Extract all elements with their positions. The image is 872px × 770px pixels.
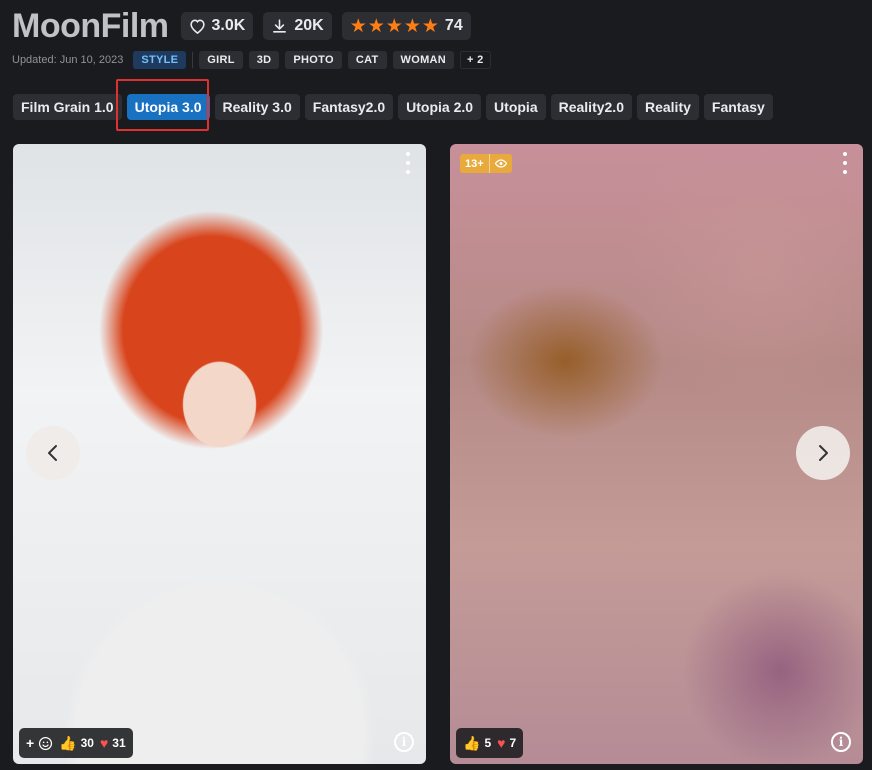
thumbs-up-reaction[interactable]: 👍 5: [463, 736, 491, 750]
heart-reaction[interactable]: ♥ 31: [100, 736, 126, 750]
eye-icon: [488, 154, 512, 173]
thumbs-up-icon: 👍: [59, 735, 77, 751]
version-tabs: Film Grain 1.0 Utopia 3.0 Reality 3.0 Fa…: [13, 94, 773, 120]
star-icon: ★: [367, 15, 385, 37]
divider: [192, 52, 194, 68]
version-tab-fantasy-2[interactable]: Fantasy2.0: [304, 94, 394, 120]
model-title: MoonFilm: [12, 7, 169, 45]
version-tab-utopia-2[interactable]: Utopia 2.0: [398, 94, 482, 120]
more-options-icon[interactable]: [841, 152, 849, 174]
heart-count: 7: [509, 736, 517, 750]
rating-widget[interactable]: ★ ★ ★ ★ ★ 74: [341, 12, 471, 40]
reaction-bar: 👍 5 ♥ 7: [456, 728, 524, 758]
tag-cat[interactable]: CAT: [347, 51, 387, 69]
version-tab-utopia-3[interactable]: Utopia 3.0: [126, 94, 210, 120]
like-button[interactable]: 3.0K: [180, 12, 254, 40]
version-tab-reality[interactable]: Reality: [636, 94, 699, 120]
chevron-right-icon: [819, 445, 828, 461]
chevron-left-icon: [48, 445, 57, 461]
carousel-prev-button[interactable]: [26, 426, 80, 480]
download-button[interactable]: 20K: [263, 12, 332, 40]
reaction-bar: + 👍 30 ♥ 31: [19, 728, 133, 758]
more-options-icon[interactable]: [404, 152, 412, 174]
version-tab-reality-2[interactable]: Reality2.0: [550, 94, 632, 120]
heart-icon: ♥: [99, 735, 109, 751]
tag-girl[interactable]: GIRL: [199, 51, 243, 69]
model-header: MoonFilm 3.0K 20K ★ ★ ★ ★ ★ 74: [12, 8, 471, 44]
tag-3d[interactable]: 3D: [248, 51, 280, 69]
star-icon: ★: [421, 15, 439, 37]
like-count: 3.0K: [211, 17, 246, 34]
version-tab-reality-3[interactable]: Reality 3.0: [214, 94, 300, 120]
star-icon: ★: [385, 15, 403, 37]
thumbs-up-count: 5: [484, 736, 492, 750]
version-tab-film-grain-1[interactable]: Film Grain 1.0: [13, 94, 122, 120]
heart-icon: ♥: [497, 735, 506, 751]
thumbs-up-count: 30: [80, 736, 94, 750]
plus-icon: +: [26, 735, 35, 751]
info-icon[interactable]: i: [394, 732, 414, 752]
download-count: 20K: [294, 17, 324, 34]
type-tag[interactable]: STYLE: [133, 51, 187, 69]
star-icon: ★: [403, 15, 421, 37]
info-icon[interactable]: i: [831, 732, 851, 752]
star-icon: ★: [349, 15, 367, 37]
thumbs-up-icon: 👍: [463, 735, 481, 751]
carousel-next-button[interactable]: [796, 426, 850, 480]
version-tab-utopia[interactable]: Utopia: [486, 94, 546, 120]
more-tags-button[interactable]: + 2: [460, 51, 491, 69]
thumbs-up-reaction[interactable]: 👍 30: [59, 736, 94, 750]
rating-count: 74: [444, 17, 463, 34]
tag-woman[interactable]: WOMAN: [392, 51, 455, 69]
star-rating: ★ ★ ★ ★ ★: [350, 17, 439, 36]
nsfw-badge[interactable]: 13+: [460, 154, 512, 173]
updated-date: Updated: Jun 10, 2023: [12, 54, 124, 66]
tag-photo[interactable]: PHOTO: [285, 51, 342, 69]
heart-count: 31: [112, 736, 126, 750]
smiley-icon: [39, 736, 53, 750]
version-tab-fantasy[interactable]: Fantasy: [703, 94, 773, 120]
model-meta: Updated: Jun 10, 2023 STYLE GIRL 3D PHOT…: [12, 51, 491, 69]
heart-outline-icon: [189, 19, 205, 34]
add-reaction-button[interactable]: +: [26, 736, 53, 751]
download-icon: [273, 18, 287, 33]
nsfw-rating: 13+: [465, 157, 484, 170]
heart-reaction[interactable]: ♥ 7: [497, 736, 516, 750]
